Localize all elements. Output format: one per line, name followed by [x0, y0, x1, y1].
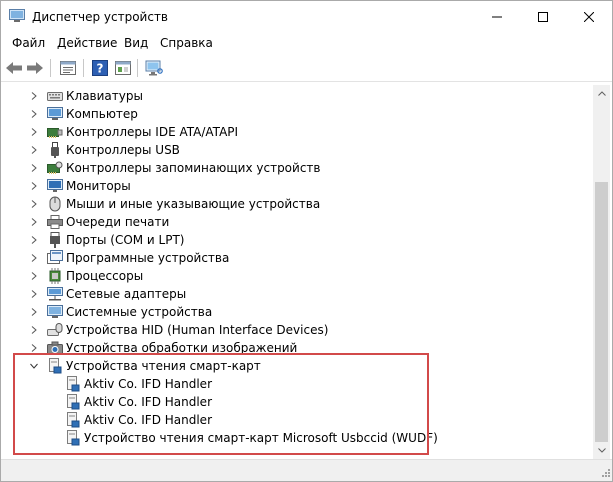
processor-icon — [47, 268, 63, 284]
software-device-icon — [47, 250, 63, 266]
tree-item-print-queues[interactable]: Очереди печати — [29, 213, 169, 231]
menu-action[interactable]: Действие — [57, 35, 117, 51]
forward-button[interactable] — [25, 58, 45, 78]
tree-item-label: Контроллеры запоминающих устройств — [66, 161, 321, 175]
tree-item-network-adapters[interactable]: Сетевые адаптеры — [29, 285, 186, 303]
window-title: Диспетчер устройств — [32, 10, 169, 24]
tree-item-ports[interactable]: Порты (COM и LPT) — [29, 231, 184, 249]
toolbar-divider — [1, 81, 612, 82]
chevron-right-icon[interactable] — [29, 177, 39, 195]
properties-button[interactable] — [58, 58, 78, 78]
tree-item-monitors[interactable]: Мониторы — [29, 177, 131, 195]
highlight-box — [13, 353, 429, 455]
chevron-right-icon[interactable] — [29, 249, 39, 267]
tree-item-mice[interactable]: Мыши и иные указывающие устройства — [29, 195, 320, 213]
help-icon: ? — [92, 60, 108, 76]
forward-arrow-icon — [27, 62, 43, 74]
chevron-right-icon[interactable] — [29, 285, 39, 303]
menu-view[interactable]: Вид — [124, 35, 148, 51]
minimize-button[interactable] — [474, 1, 520, 33]
minimize-icon — [492, 16, 502, 18]
tree-item-usb-controllers[interactable]: Контроллеры USB — [29, 141, 180, 159]
chevron-down-icon — [597, 448, 606, 453]
tree-item-ide-controllers[interactable]: Контроллеры IDE ATA/ATAPI — [29, 123, 238, 141]
resize-grip-icon[interactable] — [600, 466, 610, 480]
chevron-right-icon[interactable] — [29, 141, 39, 159]
tree-item-label: Процессоры — [66, 269, 144, 283]
maximize-icon — [538, 12, 548, 22]
chevron-right-icon[interactable] — [29, 87, 39, 105]
chevron-right-icon[interactable] — [29, 267, 39, 285]
chevron-right-icon[interactable] — [29, 123, 39, 141]
port-icon — [47, 232, 63, 248]
toolbar: ? — [1, 55, 612, 81]
computer-icon — [47, 106, 63, 122]
device-manager-icon — [9, 9, 25, 23]
vertical-scrollbar[interactable] — [593, 85, 610, 459]
view-button[interactable] — [113, 58, 133, 78]
tree-item-label: Программные устройства — [66, 251, 230, 265]
tree-item-label: Компьютер — [66, 107, 138, 121]
title-bar[interactable]: Диспетчер устройств — [1, 1, 612, 33]
tree-item-computer[interactable]: Компьютер — [29, 105, 138, 123]
monitor-icon — [47, 178, 63, 194]
chevron-right-icon[interactable] — [29, 105, 39, 123]
hid-icon — [47, 322, 63, 338]
maximize-button[interactable] — [520, 1, 566, 33]
menu-file[interactable]: Файл — [12, 35, 45, 51]
help-button[interactable]: ? — [90, 58, 110, 78]
chevron-right-icon[interactable] — [29, 231, 39, 249]
tree-item-label: Клавиатуры — [66, 89, 143, 103]
chevron-right-icon[interactable] — [29, 321, 39, 339]
storage-controller-icon — [47, 160, 63, 176]
close-icon — [584, 12, 594, 22]
tree-item-processors[interactable]: Процессоры — [29, 267, 143, 285]
scroll-up-button[interactable] — [593, 85, 610, 102]
ide-controller-icon — [47, 124, 63, 140]
tree-item-software-devices[interactable]: Программные устройства — [29, 249, 229, 267]
properties-icon — [60, 61, 76, 75]
close-button[interactable] — [566, 1, 612, 33]
system-device-icon — [47, 304, 63, 320]
tree-item-label: Контроллеры USB — [66, 143, 180, 157]
chevron-right-icon[interactable] — [29, 159, 39, 177]
chevron-up-icon — [597, 91, 606, 96]
tree-item-label: Очереди печати — [66, 215, 170, 229]
tree-item-keyboards[interactable]: Клавиатуры — [29, 87, 143, 105]
usb-icon — [47, 142, 63, 158]
svg-text:?: ? — [97, 62, 104, 76]
view-icon — [115, 61, 131, 75]
printer-icon — [47, 214, 63, 230]
chevron-right-icon[interactable] — [29, 213, 39, 231]
tree-item-label: Устройства HID (Human Interface Devices) — [66, 323, 329, 337]
chevron-right-icon[interactable] — [29, 195, 39, 213]
back-arrow-icon — [6, 62, 22, 74]
device-manager-window: Диспетчер устройств Файл Действие Вид Сп… — [0, 0, 613, 482]
toolbar-separator — [83, 59, 84, 77]
tree-item-label: Сетевые адаптеры — [66, 287, 187, 301]
scroll-down-button[interactable] — [593, 442, 610, 459]
mouse-icon — [47, 196, 63, 212]
monitor-scan-icon — [145, 60, 163, 76]
keyboard-icon — [47, 88, 63, 104]
chevron-right-icon[interactable] — [29, 303, 39, 321]
status-bar — [1, 459, 612, 481]
toolbar-separator — [137, 59, 138, 77]
tree-item-label: Системные устройства — [66, 305, 213, 319]
tree-item-label: Мыши и иные указывающие устройства — [66, 197, 321, 211]
tree-item-label: Мониторы — [66, 179, 131, 193]
tree-item-storage-controllers[interactable]: Контроллеры запоминающих устройств — [29, 159, 320, 177]
menu-bar: Файл Действие Вид Справка — [1, 33, 612, 53]
scan-hardware-button[interactable] — [144, 58, 164, 78]
tree-item-label: Контроллеры IDE ATA/ATAPI — [66, 125, 239, 139]
tree-item-system-devices[interactable]: Системные устройства — [29, 303, 212, 321]
network-adapter-icon — [47, 286, 63, 302]
toolbar-separator — [50, 59, 51, 77]
tree-item-hid-devices[interactable]: Устройства HID (Human Interface Devices) — [29, 321, 328, 339]
menu-help[interactable]: Справка — [160, 35, 213, 51]
tree-item-label: Порты (COM и LPT) — [66, 233, 185, 247]
scrollbar-thumb[interactable] — [595, 182, 608, 442]
back-button[interactable] — [4, 58, 24, 78]
